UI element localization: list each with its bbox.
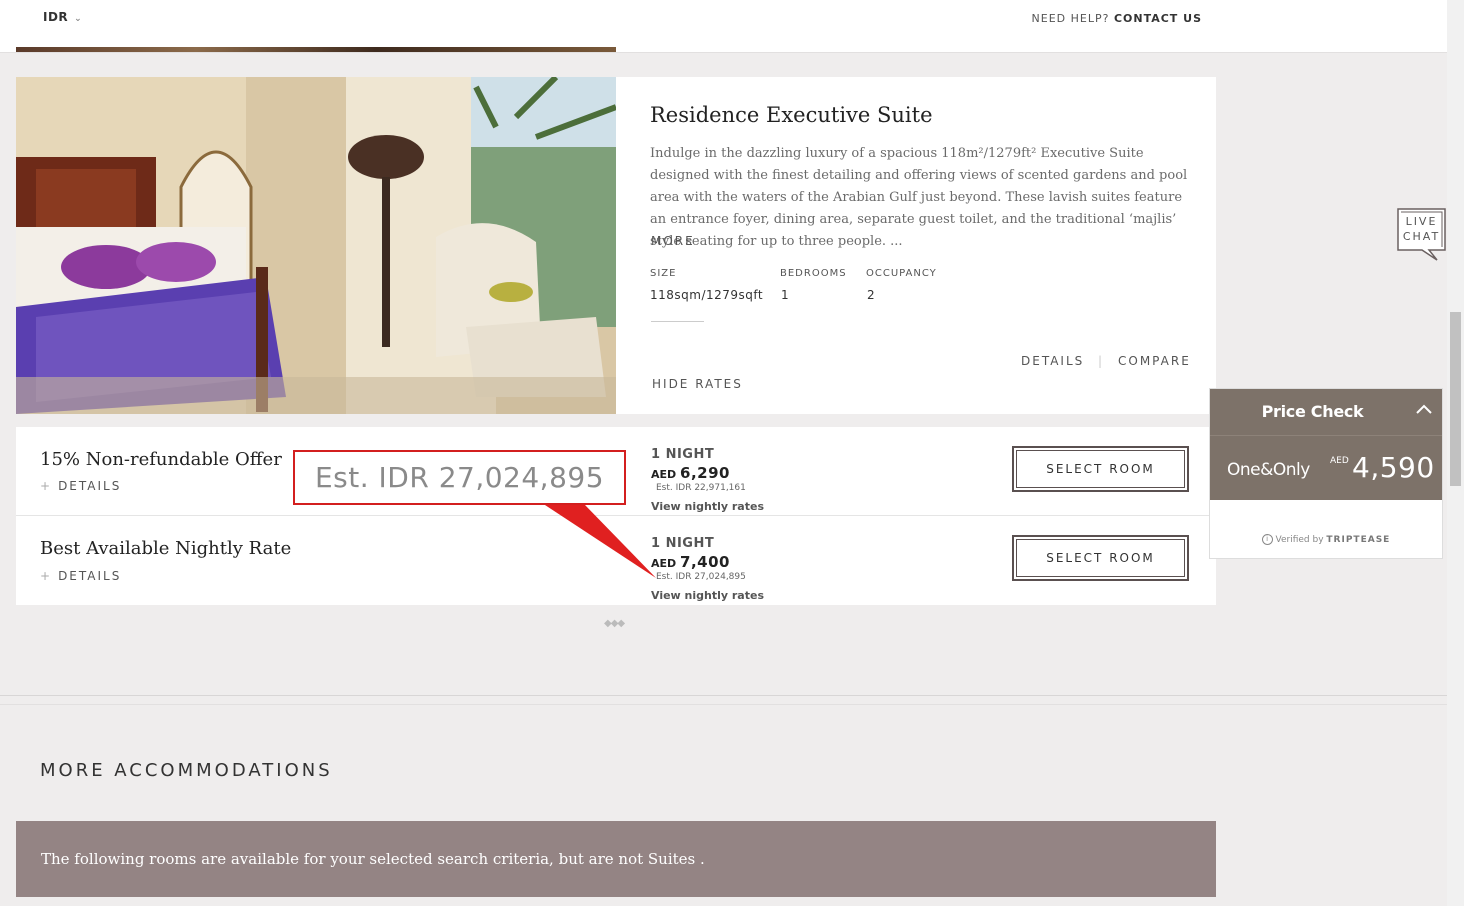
rate-amount: 7,400 (680, 553, 730, 571)
plus-icon: + (40, 479, 53, 493)
price-check-price: 4,590 (1352, 451, 1435, 484)
chevron-up-icon[interactable] (1413, 399, 1435, 421)
price-check-title: Price Check (1261, 402, 1364, 421)
loader-dots: ◆◆◆ (604, 618, 625, 629)
help-prefix: NEED HELP? (1031, 12, 1110, 25)
rate-est-idr: Est. IDR 27,024,895 (656, 572, 746, 582)
room-photo (16, 77, 616, 414)
hide-rates-link[interactable]: HIDE RATES (652, 377, 743, 391)
compare-link[interactable]: COMPARE (1118, 354, 1191, 368)
live-chat-line1: LIVE (1405, 215, 1438, 228)
price-check-row: One&Only AED 4,590 (1210, 435, 1442, 500)
price-check-widget: Price Check One&Only AED 4,590 i Verifie… (1209, 388, 1443, 559)
scrollbar-thumb[interactable] (1450, 312, 1461, 486)
help-bar: NEED HELP? CONTACT US (1032, 12, 1202, 25)
rate-nights: 1 NIGHT (651, 447, 715, 462)
spec-label-size: SIZE (650, 268, 677, 279)
live-chat-line2: CHAT (1402, 230, 1441, 243)
section-divider (0, 695, 1447, 696)
room-photo-illustration (16, 77, 616, 414)
rate-details-label: DETAILS (58, 479, 122, 493)
contact-us-link[interactable]: CONTACT US (1114, 12, 1202, 25)
info-icon: i (1261, 534, 1273, 545)
spec-value-size: 118sqm/1279sqft (650, 288, 764, 302)
link-separator: | (1098, 354, 1103, 368)
divider (651, 321, 704, 322)
spec-label-bedrooms: BEDROOMS (780, 268, 847, 279)
spec-label-occupancy: OCCUPANCY (866, 268, 937, 279)
plus-icon: + (40, 569, 53, 583)
rate-name: 15% Non-refundable Offer (40, 449, 282, 470)
top-bar (0, 0, 1447, 53)
view-nightly-rates-link[interactable]: View nightly rates (651, 500, 764, 513)
rate-name: Best Available Nightly Rate (40, 538, 292, 559)
live-chat-button[interactable]: LIVE CHAT (1397, 208, 1446, 261)
info-banner-text: The following rooms are available for yo… (41, 850, 705, 868)
select-room-button[interactable]: SELECT ROOM (1012, 535, 1189, 581)
spec-value-bedrooms: 1 (781, 288, 790, 302)
rate-details-link[interactable]: + DETAILS (40, 479, 121, 493)
currency-selector[interactable]: IDR ⌄ (43, 10, 82, 24)
previous-room-image-edge (16, 47, 616, 52)
more-link[interactable]: MORE (651, 234, 695, 248)
select-room-button[interactable]: SELECT ROOM (1012, 446, 1189, 492)
section-title: MORE ACCOMMODATIONS (40, 760, 333, 781)
rate-details-link[interactable]: + DETAILS (40, 569, 121, 583)
rate-details-label: DETAILS (58, 569, 122, 583)
price-check-header[interactable]: Price Check (1210, 389, 1442, 435)
verified-by: i Verified by TRIPTEASE (1210, 534, 1442, 545)
view-nightly-rates-link[interactable]: View nightly rates (651, 589, 764, 602)
room-title: Residence Executive Suite (650, 103, 933, 127)
rate-est-idr: Est. IDR 22,971,161 (656, 483, 746, 493)
rate-amount: 6,290 (680, 464, 730, 482)
verified-prefix: Verified by (1275, 535, 1324, 545)
rate-price: AED 7,400 (651, 553, 730, 571)
room-card: Residence Executive Suite Indulge in the… (16, 77, 1216, 414)
rate-nights: 1 NIGHT (651, 536, 715, 551)
rate-row: Best Available Nightly Rate + DETAILS 1 N… (16, 516, 1216, 605)
zoom-callout: Est. IDR 27,024,895 (293, 450, 626, 505)
info-banner: The following rooms are available for yo… (16, 821, 1216, 897)
rate-price: AED 6,290 (651, 464, 730, 482)
spec-value-occupancy: 2 (867, 288, 876, 302)
room-details-link[interactable]: DETAILS (1021, 354, 1084, 368)
price-check-brand: One&Only (1227, 460, 1310, 480)
chevron-down-icon: ⌄ (74, 14, 83, 24)
currency-label: IDR (43, 10, 69, 24)
triptease-logo: TRIPTEASE (1326, 535, 1391, 545)
price-check-currency: AED (1330, 456, 1349, 466)
section-divider (0, 704, 1447, 705)
rate-currency: AED (651, 468, 677, 481)
rate-currency: AED (651, 557, 677, 570)
room-description: Indulge in the dazzling luxury of a spac… (650, 146, 1188, 249)
